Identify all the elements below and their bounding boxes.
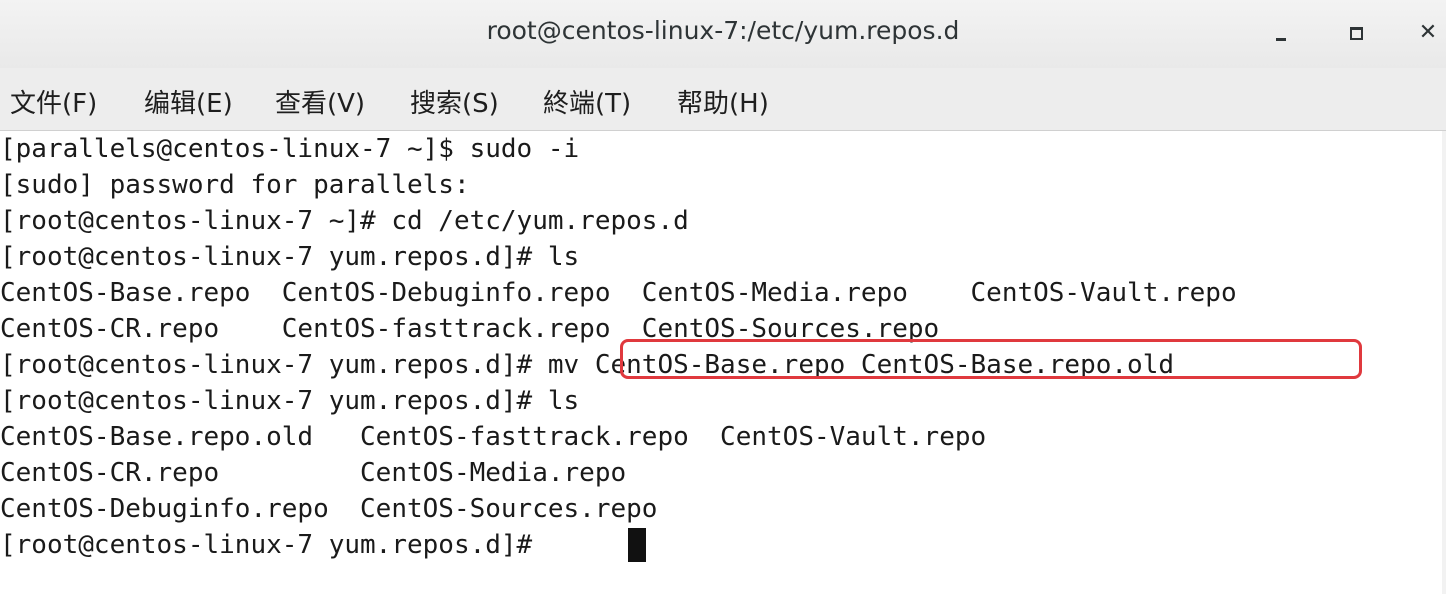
minimize-icon (1276, 37, 1286, 41)
terminal-line: [root@centos-linux-7 yum.repos.d]# ls (0, 242, 580, 272)
terminal-prompt-line: [root@centos-linux-7 yum.repos.d]# (0, 530, 548, 560)
menu-help[interactable]: 帮助(H) (677, 83, 769, 120)
minimize-button[interactable] (1266, 18, 1296, 48)
window-titlebar[interactable]: root@centos-linux-7:/etc/yum.repos.d ✕ (0, 0, 1446, 68)
window-title: root@centos-linux-7:/etc/yum.repos.d (486, 16, 960, 45)
menu-terminal[interactable]: 終端(T) (543, 83, 631, 120)
maximize-icon (1349, 26, 1363, 40)
terminal-cursor (628, 528, 646, 562)
menu-search[interactable]: 搜索(S) (410, 83, 499, 120)
terminal-line: CentOS-Base.repo.old CentOS-fasttrack.re… (0, 422, 987, 452)
maximize-button[interactable] (1341, 18, 1371, 48)
terminal-line: [parallels@centos-linux-7 ~]$ sudo -i (0, 134, 580, 164)
command-highlight-box (620, 339, 1362, 379)
terminal-output[interactable]: [parallels@centos-linux-7 ~]$ sudo -i [s… (0, 131, 1446, 594)
close-button[interactable]: ✕ (1413, 18, 1443, 48)
menu-file[interactable]: 文件(F) (10, 83, 97, 120)
terminal-scrollbar[interactable] (1442, 131, 1446, 594)
close-icon: ✕ (1418, 20, 1438, 45)
terminal-line: [sudo] password for parallels: (0, 170, 470, 200)
terminal-line: CentOS-CR.repo CentOS-Media.repo (0, 458, 627, 488)
menu-edit[interactable]: 编辑(E) (144, 83, 233, 120)
terminal-line: [root@centos-linux-7 ~]# cd /etc/yum.rep… (0, 206, 689, 236)
menu-bar: 文件(F) 编辑(E) 查看(V) 搜索(S) 終端(T) 帮助(H) (0, 68, 1446, 131)
terminal-line: [root@centos-linux-7 yum.repos.d]# ls (0, 386, 580, 416)
terminal-line: CentOS-Base.repo CentOS-Debuginfo.repo C… (0, 278, 1237, 308)
menu-view[interactable]: 查看(V) (275, 83, 365, 120)
terminal-line: CentOS-Debuginfo.repo CentOS-Sources.rep… (0, 494, 658, 524)
